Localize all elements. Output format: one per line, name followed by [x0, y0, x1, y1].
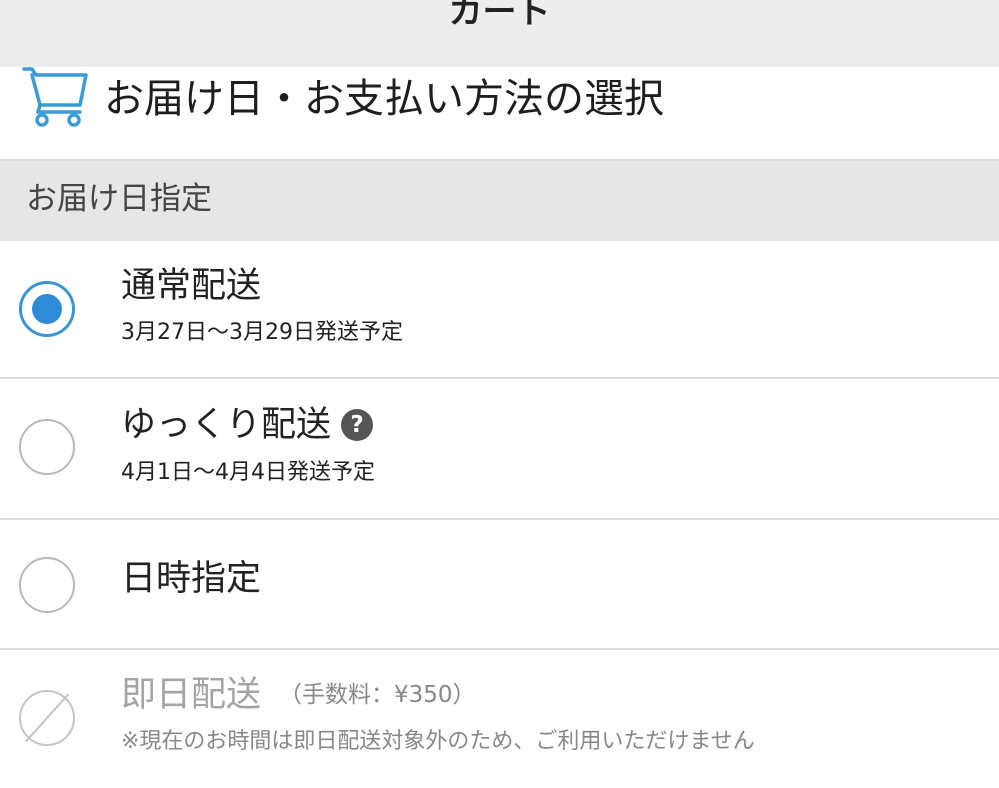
option-label: 日時指定 [121, 559, 262, 599]
title-bar: お届け日・お支払い方法の選択 [0, 67, 999, 159]
option-label: ゆっくり配送 [121, 405, 332, 445]
option-label-row: 即日配送 （手数料：¥350） [121, 673, 476, 717]
header-title: カート [448, 0, 551, 32]
delivery-option-standard[interactable]: 通常配送 3月27日〜3月29日発送予定 [0, 241, 999, 379]
radio-button[interactable] [19, 557, 75, 613]
radio-button-disabled [19, 690, 75, 746]
delivery-section-header: お届け日指定 [0, 159, 999, 241]
option-label-row: ゆっくり配送? [121, 403, 374, 447]
option-subtext: 3月27日〜3月29日発送予定 [121, 320, 403, 345]
page-title: お届け日・お支払い方法の選択 [104, 76, 664, 122]
option-label: 通常配送 [121, 266, 262, 306]
delivery-option-datetime[interactable]: 日時指定 [0, 520, 999, 650]
section-title: お届け日指定 [26, 181, 212, 217]
delivery-option-same-day: 即日配送 （手数料：¥350） ※現在のお時間は即日配送対象外のため、ご利用いただ… [0, 650, 999, 788]
radio-button[interactable] [19, 419, 75, 475]
option-subtext: 4月1日〜4月4日発送予定 [121, 460, 375, 485]
help-icon[interactable]: ? [341, 409, 374, 441]
option-label: 即日配送 [121, 675, 262, 715]
disabled-slash-icon [24, 693, 70, 743]
delivery-option-slow[interactable]: ゆっくり配送? 4月1日〜4月4日発送予定 [0, 379, 999, 520]
page: カート お届け日・お支払い方法の選択 お届け日指定 通常配送 3月27日〜3月2… [0, 0, 999, 788]
cart-icon [22, 67, 88, 127]
top-header: カート [0, 0, 999, 67]
radio-button-selected[interactable] [19, 281, 75, 337]
radio-dot [32, 294, 62, 324]
fee-text: （手数料：¥350） [279, 682, 476, 708]
unavailable-note: ※現在のお時間は即日配送対象外のため、ご利用いただけません [121, 729, 755, 754]
